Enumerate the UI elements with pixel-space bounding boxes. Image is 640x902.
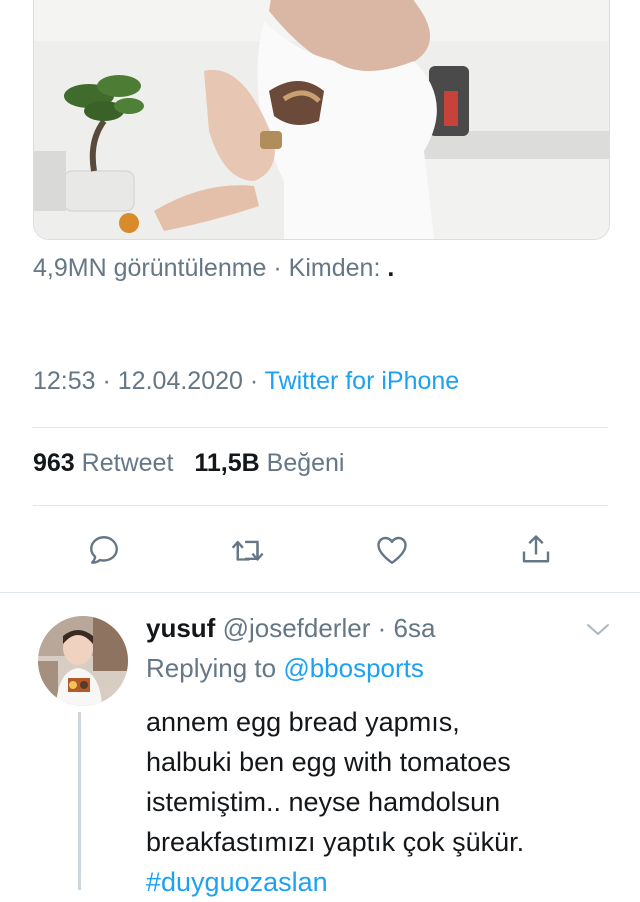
replying-to-mention[interactable]: @bbosports (283, 653, 424, 683)
divider (0, 592, 640, 593)
video-frame-image (34, 0, 609, 239)
tweet-timestamp: 12:53 · 12.04.2020 · Twitter for iPhone (33, 367, 459, 396)
views-text: 4,9MN görüntülenme · Kimden: (33, 254, 381, 282)
reply-text-line: halbuki ben egg with tomatoes (146, 747, 511, 777)
reply-author-name[interactable]: yusuf (146, 613, 215, 643)
likes-stat[interactable]: 11,5B Beğeni (194, 449, 344, 477)
tweet-video-thumbnail[interactable] (33, 0, 610, 240)
reply-button[interactable] (82, 528, 126, 572)
retweet-label: Retweet (81, 449, 174, 477)
thread-connector-line (78, 712, 81, 890)
meta-separator: · (242, 367, 265, 395)
divider (33, 427, 608, 428)
user-avatar-photo (38, 616, 128, 706)
views-line: 4,9MN görüntülenme · Kimden: . (33, 254, 394, 283)
avatar[interactable] (38, 616, 128, 706)
tweet-action-bar (0, 528, 640, 572)
dot-separator: · (370, 613, 394, 643)
reply-author-handle[interactable]: @josefderler (223, 613, 371, 643)
more-options-button[interactable] (584, 620, 612, 640)
like-label: Beğeni (266, 449, 345, 477)
reply-age: 6sa (393, 613, 436, 643)
retweets-stat[interactable]: 963 Retweet (33, 449, 173, 477)
reply-text-line: breakfastımızı yaptık çok şükür. (146, 827, 525, 857)
share-icon (522, 535, 550, 563)
like-icon (377, 536, 407, 564)
retweet-button[interactable] (226, 528, 270, 572)
meta-separator: · (95, 367, 118, 395)
retweet-icon (231, 540, 264, 561)
reply-body: annem egg bread yapmıs, halbuki ben egg … (146, 702, 616, 902)
tweet-date: 12.04.2020 (117, 367, 243, 395)
divider (33, 505, 608, 506)
tweet-source-link[interactable]: Twitter for iPhone (265, 367, 460, 395)
retweet-count: 963 (33, 449, 75, 477)
replying-to-label: Replying to (146, 653, 277, 683)
share-button[interactable] (514, 528, 558, 572)
reply-icon (90, 536, 118, 564)
from-source-dot: . (387, 254, 395, 282)
reply-header: yusuf @josefderler · 6sa (146, 613, 435, 644)
replying-to-line: Replying to @bbosports (146, 653, 424, 684)
tweet-time: 12:53 (33, 367, 96, 395)
like-count: 11,5B (194, 449, 260, 477)
chevron-down-icon (587, 624, 609, 635)
reply-text-line: istemiştim.. neyse hamdolsun (146, 787, 501, 817)
hashtag-link[interactable]: #duyguozaslan (146, 862, 616, 902)
reply-text-line: annem egg bread yapmıs, (146, 707, 460, 737)
tweet-stats: 963 Retweet 11,5B Beğeni (33, 449, 345, 478)
like-button[interactable] (370, 528, 414, 572)
